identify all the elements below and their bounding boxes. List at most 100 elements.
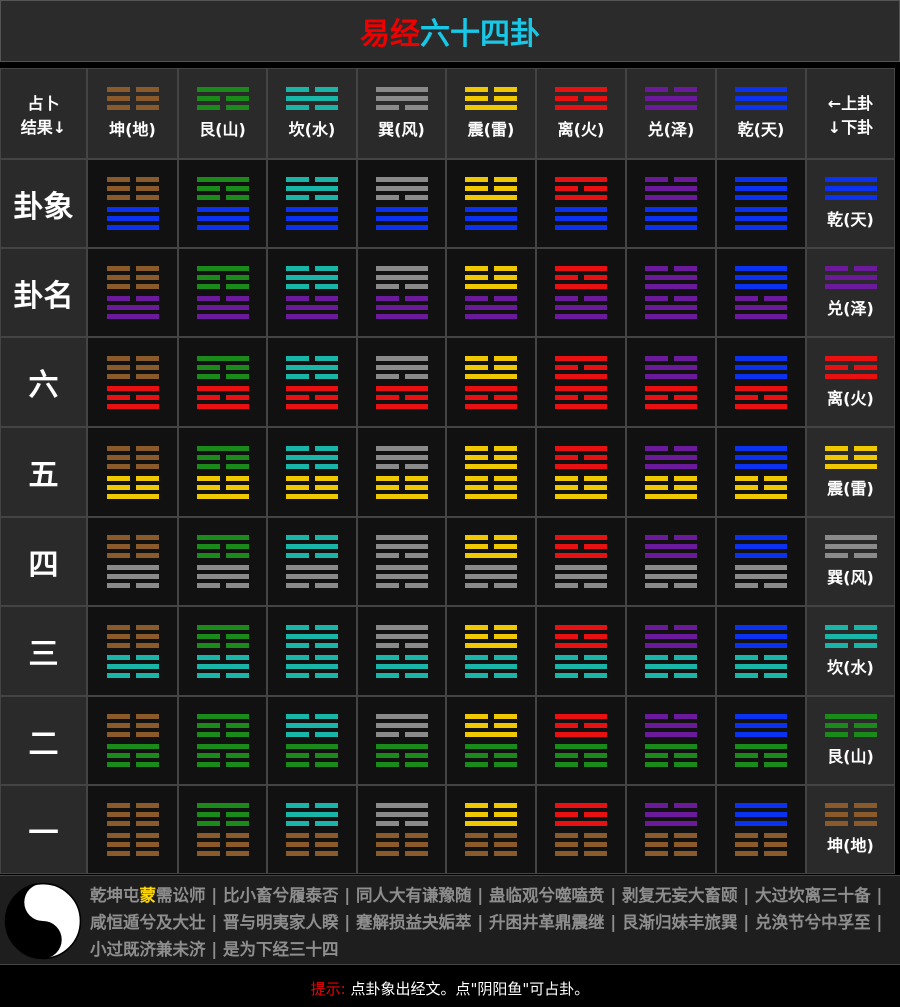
lower-trigram-kun[interactable]: 坤(地) bbox=[806, 785, 895, 874]
hexagram-cell[interactable] bbox=[87, 606, 178, 696]
hexagram-cell[interactable] bbox=[626, 517, 716, 606]
hexagram-cell[interactable] bbox=[357, 159, 446, 248]
hexagram-cell[interactable] bbox=[446, 696, 536, 785]
hexagram-cell[interactable] bbox=[87, 337, 178, 427]
hexagram-cell[interactable] bbox=[267, 337, 357, 427]
hexagram-cell[interactable] bbox=[716, 696, 806, 785]
hexagram-cell[interactable] bbox=[536, 606, 626, 696]
hexagram-cell[interactable] bbox=[178, 427, 267, 517]
yao-line bbox=[196, 553, 249, 558]
hexagram-cell[interactable] bbox=[267, 159, 357, 248]
upper-trigram-dui[interactable]: 兑(泽) bbox=[626, 68, 716, 159]
yao-line bbox=[465, 475, 517, 481]
upper-trigram-xun[interactable]: 巽(风) bbox=[357, 68, 446, 159]
yin-yang-icon[interactable] bbox=[4, 882, 82, 960]
hexagram-cell[interactable] bbox=[87, 248, 178, 337]
hexagram-cell[interactable] bbox=[626, 606, 716, 696]
hexagram-cell[interactable] bbox=[178, 517, 267, 606]
hexagram-cell[interactable] bbox=[87, 696, 178, 785]
hexagram-cell[interactable] bbox=[178, 337, 267, 427]
hexagram-cell[interactable] bbox=[178, 785, 267, 874]
hexagram-cell[interactable] bbox=[357, 248, 446, 337]
hexagram-cell[interactable] bbox=[536, 517, 626, 606]
upper-trigram-zhen[interactable]: 震(雷) bbox=[446, 68, 536, 159]
lower-trigram-gen[interactable]: 艮(山) bbox=[806, 696, 895, 785]
hexagram-cell[interactable] bbox=[357, 427, 446, 517]
hexagram-cell[interactable] bbox=[446, 785, 536, 874]
hexagram-cell[interactable] bbox=[536, 159, 626, 248]
yao-line bbox=[735, 553, 787, 558]
hexagram-cell[interactable] bbox=[446, 337, 536, 427]
hexagram-cell[interactable] bbox=[357, 517, 446, 606]
yao-line bbox=[645, 355, 697, 361]
upper-trigram-icon bbox=[106, 624, 159, 648]
hexagram-cell[interactable] bbox=[87, 427, 178, 517]
hexagram-cell[interactable] bbox=[626, 159, 716, 248]
yao-line bbox=[645, 186, 697, 191]
hexagram-cell[interactable] bbox=[267, 517, 357, 606]
hexagram-cell[interactable] bbox=[716, 248, 806, 337]
lower-trigram-li[interactable]: 离(火) bbox=[806, 337, 895, 427]
hexagram-cell[interactable] bbox=[87, 785, 178, 874]
yao-line bbox=[645, 463, 697, 469]
hexagram-cell[interactable] bbox=[446, 517, 536, 606]
hexagram-cell[interactable] bbox=[446, 248, 536, 337]
yao-line bbox=[555, 493, 607, 499]
hexagram-cell[interactable] bbox=[716, 606, 806, 696]
lower-trigram-kan[interactable]: 坎(水) bbox=[806, 606, 895, 696]
sequence-highlight[interactable]: 蒙 bbox=[140, 886, 157, 905]
yao-line bbox=[465, 305, 517, 310]
hexagram-cell[interactable] bbox=[716, 337, 806, 427]
lower-trigram-xun[interactable]: 巽(风) bbox=[806, 517, 895, 606]
upper-trigram-gen[interactable]: 艮(山) bbox=[178, 68, 267, 159]
hexagram-cell[interactable] bbox=[357, 785, 446, 874]
yao-line bbox=[286, 663, 338, 669]
hexagram-cell[interactable] bbox=[626, 337, 716, 427]
hexagram-cell[interactable] bbox=[87, 517, 178, 606]
hexagram-cell[interactable] bbox=[267, 785, 357, 874]
yao-line bbox=[106, 833, 159, 838]
hexagram-cell[interactable] bbox=[536, 696, 626, 785]
hexagram-cell[interactable] bbox=[446, 159, 536, 248]
yao-line bbox=[375, 642, 428, 648]
hexagram-cell[interactable] bbox=[626, 427, 716, 517]
hexagram-cell[interactable] bbox=[178, 159, 267, 248]
hexagram-cell[interactable] bbox=[178, 248, 267, 337]
hexagram-cell[interactable] bbox=[267, 696, 357, 785]
hexagram-cell[interactable] bbox=[716, 517, 806, 606]
hexagram-cell[interactable] bbox=[267, 248, 357, 337]
hexagram-cell[interactable] bbox=[357, 337, 446, 427]
hexagram-cell[interactable] bbox=[536, 337, 626, 427]
hexagram-cell[interactable] bbox=[716, 159, 806, 248]
lower-trigram-qian[interactable]: 乾(天) bbox=[806, 159, 895, 248]
upper-trigram-icon bbox=[196, 355, 249, 379]
upper-trigram-qian[interactable]: 乾(天) bbox=[716, 68, 806, 159]
hexagram-cell[interactable] bbox=[178, 696, 267, 785]
yao-line bbox=[555, 812, 607, 817]
yao-line bbox=[465, 225, 517, 230]
hexagram-cell[interactable] bbox=[626, 785, 716, 874]
hexagram-cell[interactable] bbox=[446, 606, 536, 696]
yao-line bbox=[555, 583, 607, 588]
hexagram-cell[interactable] bbox=[626, 696, 716, 785]
hexagram-cell[interactable] bbox=[267, 606, 357, 696]
hexagram-cell[interactable] bbox=[536, 248, 626, 337]
upper-trigram-kan[interactable]: 坎(水) bbox=[267, 68, 357, 159]
hexagram-cell[interactable] bbox=[178, 606, 267, 696]
hexagram-cell[interactable] bbox=[357, 696, 446, 785]
hexagram-cell[interactable] bbox=[267, 427, 357, 517]
hexagram-cell[interactable] bbox=[626, 248, 716, 337]
upper-trigram-li[interactable]: 离(火) bbox=[536, 68, 626, 159]
hexagram-cell[interactable] bbox=[536, 427, 626, 517]
hexagram-cell[interactable] bbox=[446, 427, 536, 517]
lower-trigram-zhen[interactable]: 震(雷) bbox=[806, 427, 895, 517]
lower-trigram-dui[interactable]: 兑(泽) bbox=[806, 248, 895, 337]
upper-trigram-kun[interactable]: 坤(地) bbox=[87, 68, 178, 159]
hexagram-cell[interactable] bbox=[536, 785, 626, 874]
hexagram-cell[interactable] bbox=[716, 785, 806, 874]
yao-line bbox=[555, 624, 607, 630]
hexagram-cell[interactable] bbox=[357, 606, 446, 696]
hexagram-cell[interactable] bbox=[716, 427, 806, 517]
hexagram-cell[interactable] bbox=[87, 159, 178, 248]
lower-trigram-icon bbox=[375, 654, 428, 678]
